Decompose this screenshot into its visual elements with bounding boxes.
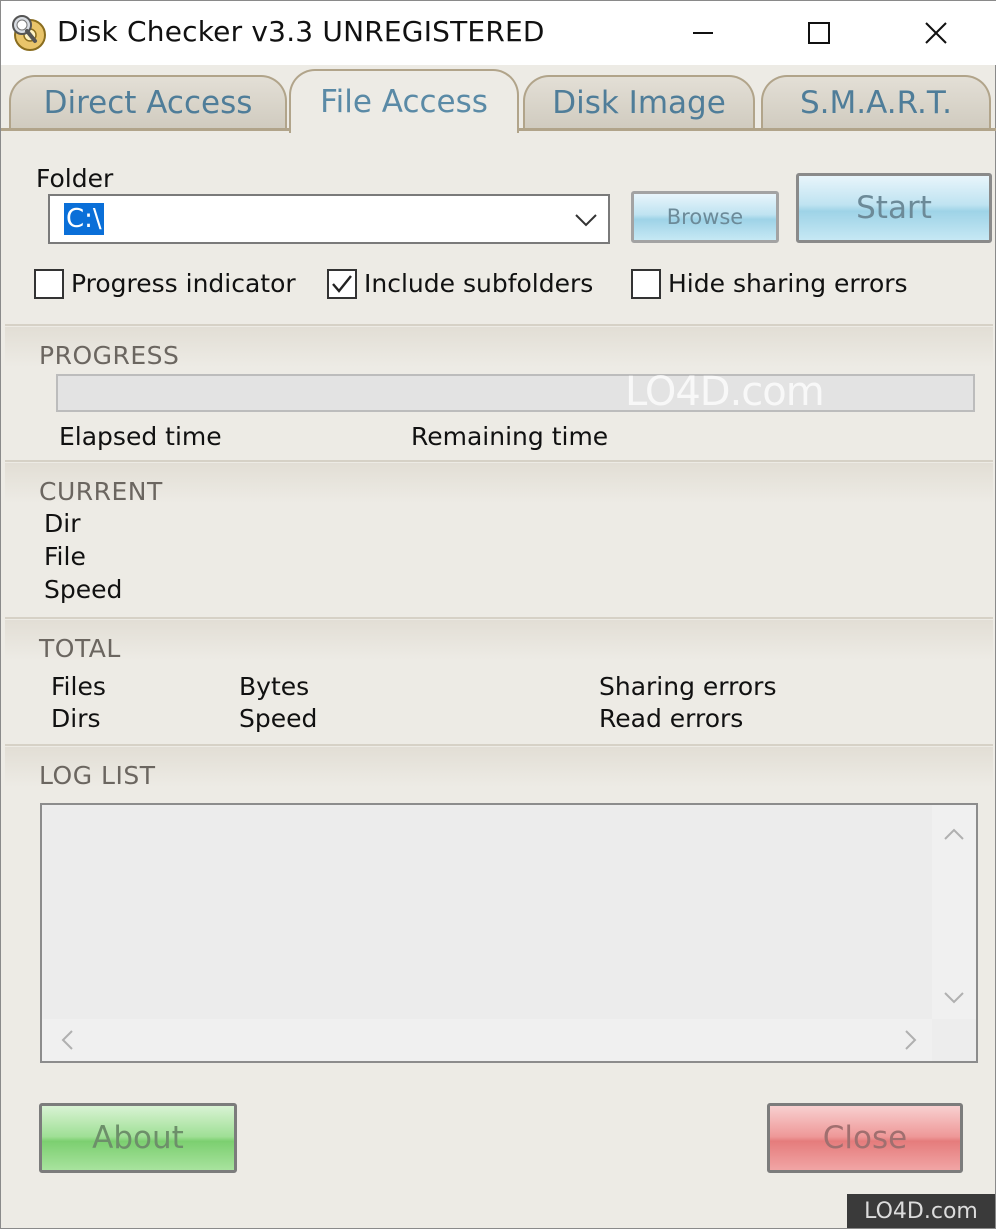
- log-list[interactable]: [40, 803, 978, 1063]
- total-files-label: Files: [51, 672, 106, 701]
- total-dirs-label: Dirs: [51, 704, 101, 733]
- elapsed-time-label: Elapsed time: [59, 422, 222, 451]
- app-icon: [12, 15, 46, 51]
- progress-indicator-checkbox[interactable]: [34, 269, 64, 299]
- close-window-button[interactable]: [906, 7, 966, 59]
- watermark-text: LO4D.com: [625, 369, 825, 415]
- corner-watermark-text: LO4D.com: [864, 1198, 978, 1224]
- tab-strip: Direct Access Disk Image S.M.A.R.T. File…: [1, 65, 996, 133]
- scroll-up-icon[interactable]: [943, 827, 965, 841]
- folder-combobox[interactable]: C:\: [48, 194, 610, 244]
- browse-button[interactable]: Browse: [631, 191, 779, 243]
- maximize-icon: [808, 22, 830, 44]
- disk-checker-window: Disk Checker v3.3 UNREGISTERED Direct Ac…: [0, 0, 996, 1229]
- total-speed-label: Speed: [239, 704, 318, 733]
- section-divider: [5, 617, 993, 619]
- section-band: [5, 620, 993, 660]
- include-subfolders-label[interactable]: Include subfolders: [364, 269, 593, 298]
- scroll-left-icon[interactable]: [60, 1029, 74, 1051]
- section-divider: [5, 324, 993, 326]
- current-file-label: File: [44, 542, 86, 571]
- log-list-section-title: LOG LIST: [39, 761, 156, 790]
- scroll-right-icon[interactable]: [904, 1029, 918, 1051]
- hide-sharing-errors-label[interactable]: Hide sharing errors: [668, 269, 908, 298]
- progress-bar: [56, 374, 975, 412]
- tab-smart[interactable]: S.M.A.R.T.: [761, 75, 991, 129]
- folder-label: Folder: [36, 164, 114, 193]
- maximize-button[interactable]: [789, 7, 849, 59]
- checkmark-icon: [332, 275, 352, 293]
- read-errors-label: Read errors: [599, 704, 744, 733]
- total-section-title: TOTAL: [39, 634, 121, 663]
- remaining-time-label: Remaining time: [411, 422, 609, 451]
- chevron-down-icon[interactable]: [574, 210, 598, 230]
- hide-sharing-errors-checkbox[interactable]: [631, 269, 661, 299]
- current-speed-label: Speed: [44, 575, 123, 604]
- about-button[interactable]: About: [39, 1103, 237, 1173]
- title-bar: Disk Checker v3.3 UNREGISTERED: [1, 1, 996, 65]
- tab-disk-image[interactable]: Disk Image: [523, 75, 755, 129]
- tab-file-access[interactable]: File Access: [289, 69, 519, 133]
- folder-value[interactable]: C:\: [64, 203, 104, 235]
- log-vertical-scrollbar[interactable]: [932, 805, 976, 1019]
- tab-direct-access[interactable]: Direct Access: [9, 75, 287, 129]
- current-dir-label: Dir: [44, 509, 81, 538]
- include-subfolders-checkbox[interactable]: [327, 269, 357, 299]
- total-bytes-label: Bytes: [239, 672, 310, 701]
- section-divider: [5, 460, 993, 462]
- minimize-icon: [693, 32, 713, 34]
- progress-section-title: PROGRESS: [39, 341, 180, 370]
- log-horizontal-scrollbar[interactable]: [42, 1019, 932, 1061]
- corner-watermark: LO4D.com: [847, 1194, 995, 1228]
- start-button[interactable]: Start: [796, 173, 992, 243]
- minimize-button[interactable]: [673, 7, 733, 59]
- close-icon: [925, 22, 947, 44]
- window-title: Disk Checker v3.3 UNREGISTERED: [57, 15, 545, 48]
- section-divider: [5, 744, 993, 746]
- current-section-title: CURRENT: [39, 477, 163, 506]
- close-button[interactable]: Close: [767, 1103, 963, 1173]
- progress-indicator-label[interactable]: Progress indicator: [71, 269, 296, 298]
- sharing-errors-label: Sharing errors: [599, 672, 777, 701]
- log-list-content[interactable]: [44, 807, 932, 1019]
- scroll-down-icon[interactable]: [943, 991, 965, 1005]
- watermark-logo: LO4D.com: [625, 369, 825, 415]
